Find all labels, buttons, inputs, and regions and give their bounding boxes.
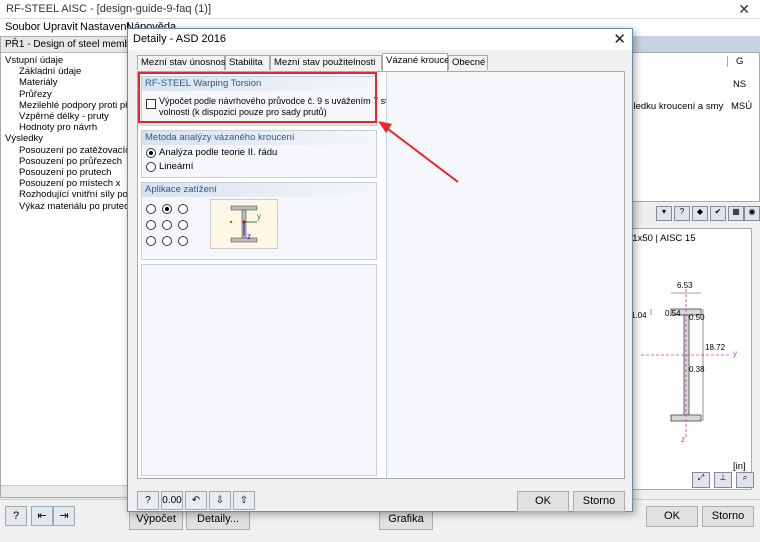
load-radio-r1c2[interactable]: [162, 204, 172, 214]
load-preview-image: y z: [210, 199, 278, 249]
tree-item[interactable]: Materiály: [19, 77, 137, 88]
tree-item[interactable]: Výkaz materiálu po prutech: [19, 201, 137, 212]
method-group: Metoda analýzy vázaného kroucení Analýza…: [141, 130, 377, 178]
filter-icon[interactable]: ▾: [656, 206, 672, 221]
load-radio-r3c2[interactable]: [162, 236, 172, 246]
menu-upravit[interactable]: Upravit: [43, 21, 78, 33]
dimension-icon[interactable]: ⤢: [692, 472, 710, 488]
dialog-close-icon[interactable]: ✕: [613, 30, 626, 48]
app-title: RF-STEEL AISC - [design-guide-9-faq (1)]: [6, 3, 212, 15]
unit-label: [in]: [733, 461, 746, 472]
dim-k1: 0.50: [689, 313, 705, 322]
menu-nastaveni[interactable]: Nastavení: [80, 21, 130, 33]
tab-mezni-stav-unosnosti[interactable]: Mezní stav únosnosti: [137, 55, 230, 70]
help-icon[interactable]: ?: [674, 206, 690, 221]
msu-cell: MSÚ: [731, 101, 753, 112]
table-header-strip: [620, 36, 760, 52]
section-preview: 21x50 | AISC 15 6.53 1.04 0.54 0.50 18.7…: [620, 228, 752, 490]
axis-y-label: y: [733, 349, 737, 358]
zoom-icon[interactable]: ⌕: [736, 472, 754, 488]
dialog-default-icon[interactable]: ↶: [185, 491, 207, 510]
axis-z-label: z: [681, 435, 685, 444]
tree-item[interactable]: Posouzení po místech x: [19, 178, 137, 189]
dialog-units-icon[interactable]: 0.00: [161, 491, 183, 510]
view-icon[interactable]: ◉: [744, 206, 760, 221]
tree-item[interactable]: Posouzení po zatěžovacích stav: [19, 145, 137, 156]
load-radio-r2c2[interactable]: [162, 220, 172, 230]
detaily-button[interactable]: Detaily...: [186, 509, 250, 530]
horizontal-scrollbar[interactable]: [1, 485, 137, 497]
member-icon[interactable]: ◆: [692, 206, 708, 221]
dialog-ok-button[interactable]: OK: [517, 491, 569, 512]
excel-icon[interactable]: ▦: [728, 206, 744, 221]
tree-item[interactable]: Vzpěrné délky - pruty: [19, 111, 137, 122]
radio-second-order[interactable]: [146, 148, 156, 158]
graphics-toolbar: ▾ ? ◆ ✔ ▦ ◉: [620, 203, 760, 225]
i-section-icon: [230, 205, 258, 243]
tree-item[interactable]: Hodnoty pro návrh: [19, 122, 137, 133]
dim-web-thickness: 0.38: [689, 365, 705, 374]
load-radio-r1c1[interactable]: [146, 204, 156, 214]
empty-group: [141, 264, 377, 476]
app-help-icon[interactable]: ?: [5, 506, 27, 526]
dialog-title: Detaily - ASD 2016: [133, 33, 226, 45]
app-storno-button[interactable]: Storno: [702, 506, 754, 527]
load-axis-y-label: y: [257, 212, 261, 221]
highlight-box: [138, 72, 377, 123]
method-group-title: Metoda analýzy vázaného kroucení: [142, 131, 376, 145]
app-nav-forward-icon[interactable]: ⇥: [53, 506, 75, 526]
dim-flange-thickness: 1.04: [631, 311, 647, 320]
load-application-group: Aplikace zatížení y z: [141, 182, 377, 260]
dim-height: 18.72: [705, 343, 726, 352]
load-radio-r2c1[interactable]: [146, 220, 156, 230]
dim-k: 0.54: [665, 309, 681, 318]
dialog-load-icon[interactable]: ⇩: [209, 491, 231, 510]
navigator-panel: PŘ1 - Design of steel members a Vstupní …: [0, 36, 138, 498]
tab-stabilita[interactable]: Stabilita: [225, 55, 270, 70]
section-caption: 21x50 | AISC 15: [627, 233, 696, 244]
ns-cell: NS: [733, 79, 747, 90]
app-nav-back-icon[interactable]: ⇤: [31, 506, 53, 526]
load-radio-r3c3[interactable]: [178, 236, 188, 246]
dialog-titlebar: Detaily - ASD 2016 ✕: [128, 29, 632, 50]
load-group-title: Aplikace zatížení: [142, 183, 376, 197]
vypocet-button[interactable]: Výpočet: [129, 509, 183, 530]
tree-group[interactable]: Výsledky: [5, 133, 135, 144]
dialog-save-icon[interactable]: ⇧: [233, 491, 255, 510]
info-pane: [386, 72, 624, 478]
tab-mezni-stav-pouzitelnosti[interactable]: Mezní stav použitelnosti: [270, 55, 382, 70]
column-g-header: G: [727, 56, 760, 67]
tree-item[interactable]: Základní údaje: [19, 66, 137, 77]
tree-item[interactable]: Posouzení po prutech: [19, 167, 137, 178]
results-table: G NS ýsledku kroucení a smykov MSÚ: [620, 52, 760, 202]
load-axis-z-label: z: [247, 232, 251, 241]
tree-item[interactable]: Průřezy: [19, 89, 137, 100]
app-titlebar: RF-STEEL AISC - [design-guide-9-faq (1)]…: [0, 0, 760, 19]
app-ok-button[interactable]: OK: [646, 506, 698, 527]
tree-item[interactable]: Posouzení po průřezech: [19, 156, 137, 167]
dim-flange-width: 6.53: [677, 281, 693, 290]
case-selector[interactable]: PŘ1 - Design of steel members a: [1, 37, 138, 53]
load-radio-r3c1[interactable]: [146, 236, 156, 246]
radio-linear[interactable]: [146, 162, 156, 172]
tree-item[interactable]: Rozhodující vnitřní síly po prute: [19, 189, 137, 200]
tab-content: RF-STEEL Warping Torsion Výpočet podle n…: [137, 71, 625, 479]
grafika-button[interactable]: Grafika: [379, 509, 433, 530]
load-radio-r2c3[interactable]: [178, 220, 188, 230]
tree-group[interactable]: Vstupní údaje: [5, 55, 135, 66]
menu-soubor[interactable]: Soubor: [5, 21, 40, 33]
load-radio-r1c3[interactable]: [178, 204, 188, 214]
tree-item[interactable]: Mezilehlé podpory proti příčném: [19, 100, 137, 111]
dialog-storno-button[interactable]: Storno: [573, 491, 625, 512]
tab-obecne[interactable]: Obecné: [448, 55, 488, 70]
select-icon[interactable]: ✔: [710, 206, 726, 221]
dialog-help-icon[interactable]: ?: [137, 491, 159, 510]
axis-icon[interactable]: ⊥: [714, 472, 732, 488]
tab-vazane-krouceni[interactable]: Vázané kroucení: [382, 53, 457, 71]
radio-linear-label: Lineární: [159, 161, 194, 172]
app-close-icon[interactable]: ✕: [738, 1, 750, 18]
row-text-cell: ýsledku kroucení a smykov: [624, 101, 724, 112]
radio-second-order-label: Analýza podle teorie II. řádu: [159, 147, 278, 158]
